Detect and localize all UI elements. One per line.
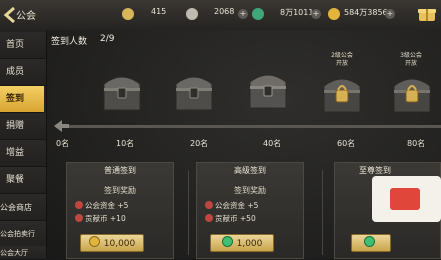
sidebar-item-label: 首页: [6, 40, 25, 50]
price-text: 10,000: [103, 239, 136, 249]
reward-item: 公会资金 +5: [75, 200, 128, 211]
add-silver-button[interactable]: +: [238, 9, 248, 19]
silver-coin-icon: [186, 8, 198, 20]
sidebar-item-guild-shop[interactable]: 公会商店: [0, 194, 46, 221]
milestone-label: 80名: [407, 139, 426, 148]
contribution-coin-icon: [75, 214, 83, 222]
locked-chest-icon[interactable]: [318, 68, 366, 116]
add-jade-button[interactable]: +: [311, 9, 321, 19]
top-bar: 公会 415 2068 + 8万1011 + 584万3856 +: [0, 0, 441, 31]
jade-icon: [221, 236, 233, 247]
add-gold-button[interactable]: +: [385, 9, 395, 19]
back-arrow-icon[interactable]: [3, 6, 17, 24]
reward-text: 公会资金 +5: [215, 201, 259, 210]
reward-item: 贡献币 +10: [75, 213, 126, 224]
sidebar-item-home[interactable]: 首页: [0, 32, 46, 59]
advanced-signin-card: 高级签到 签到奖励 公会资金 +5 贡献币 +50 1,000: [196, 162, 304, 259]
card-title: 普通签到: [104, 166, 136, 175]
signin-progress-track: [56, 125, 441, 128]
contribution-coin-icon: [205, 214, 213, 222]
sidebar: 首页 成员 签到 捐赠 增益 聚餐 公会商店 公会拍卖行 公会大厅: [0, 30, 47, 260]
chest-icon[interactable]: [244, 64, 292, 112]
sidebar-item-label: 聚餐: [6, 175, 25, 185]
locked-chest-icon[interactable]: [388, 68, 436, 116]
page-title: 公会: [16, 11, 36, 22]
signin-count-label: 签到人数: [51, 37, 88, 47]
milestone-label: 10名: [116, 139, 135, 148]
milestone-label: 0名: [56, 139, 70, 148]
sidebar-item-signin[interactable]: 签到: [0, 86, 44, 113]
sidebar-item-label: 增益: [6, 148, 25, 158]
advanced-signin-button[interactable]: 1,000: [210, 234, 274, 252]
card-subtitle: 签到奖励: [234, 186, 266, 195]
reward-item: 公会资金 +5: [205, 200, 258, 211]
gold-coin-icon: [328, 8, 340, 20]
chest-icon[interactable]: [170, 66, 218, 114]
card-title: 高级签到: [234, 166, 266, 175]
reward-item: 贡献币 +50: [205, 213, 256, 224]
watermark-logo: [372, 176, 441, 222]
milestone-label: 60名: [337, 139, 356, 148]
sidebar-item-label: 成员: [6, 67, 25, 77]
card-title: 至尊签到: [359, 166, 391, 175]
crown-icon: [122, 8, 134, 20]
reward-text: 公会资金 +5: [85, 201, 129, 210]
price-text: 1,000: [236, 239, 263, 249]
chest-unlock-tag: 2级公会 开放: [331, 52, 353, 67]
milestone-label: 40名: [263, 139, 282, 148]
jade-icon: [252, 8, 264, 20]
milestone-label: 20名: [190, 139, 209, 148]
card-divider: [322, 170, 323, 255]
reward-text: 贡献币 +50: [215, 214, 256, 223]
sidebar-item-label: 公会商店: [0, 203, 32, 212]
watermark-badge: [390, 188, 420, 210]
normal-signin-card: 普通签到 签到奖励 公会资金 +5 贡献币 +10 10,000: [66, 162, 174, 259]
gift-icon[interactable]: [417, 6, 437, 22]
chest-unlock-tag: 3级公会 开放: [400, 52, 422, 67]
card-divider: [188, 170, 189, 255]
sidebar-item-members[interactable]: 成员: [0, 59, 46, 86]
card-subtitle: 签到奖励: [104, 186, 136, 195]
resource-silver-value: 2068: [214, 7, 235, 16]
sidebar-item-auction[interactable]: 公会拍卖行: [0, 221, 46, 248]
guild-fund-icon: [75, 201, 83, 209]
sidebar-item-label: 捐赠: [6, 121, 25, 131]
sidebar-item-guild-hall[interactable]: 公会大厅: [0, 246, 46, 260]
chest-icon[interactable]: [98, 66, 146, 114]
sidebar-item-label: 签到: [6, 94, 25, 104]
resource-crown-value: 415: [151, 7, 167, 16]
guild-fund-icon: [205, 201, 213, 209]
signin-count-value: 2/9: [100, 34, 115, 44]
reward-text: 贡献币 +10: [85, 214, 126, 223]
resource-jade-value: 8万1011: [280, 8, 314, 17]
normal-signin-button[interactable]: 10,000: [80, 234, 144, 252]
jade-icon: [363, 236, 375, 247]
gold-coin-icon: [88, 236, 100, 247]
supreme-signin-button[interactable]: [351, 234, 391, 252]
sidebar-item-buff[interactable]: 增益: [0, 140, 46, 167]
sidebar-item-feast[interactable]: 聚餐: [0, 167, 46, 194]
sidebar-item-label: 公会大厅: [0, 249, 28, 257]
track-start-arrow-icon: [54, 120, 69, 132]
sidebar-item-donate[interactable]: 捐赠: [0, 113, 46, 140]
sidebar-item-label: 公会拍卖行: [0, 230, 35, 238]
resource-gold-value: 584万3856: [344, 8, 388, 17]
